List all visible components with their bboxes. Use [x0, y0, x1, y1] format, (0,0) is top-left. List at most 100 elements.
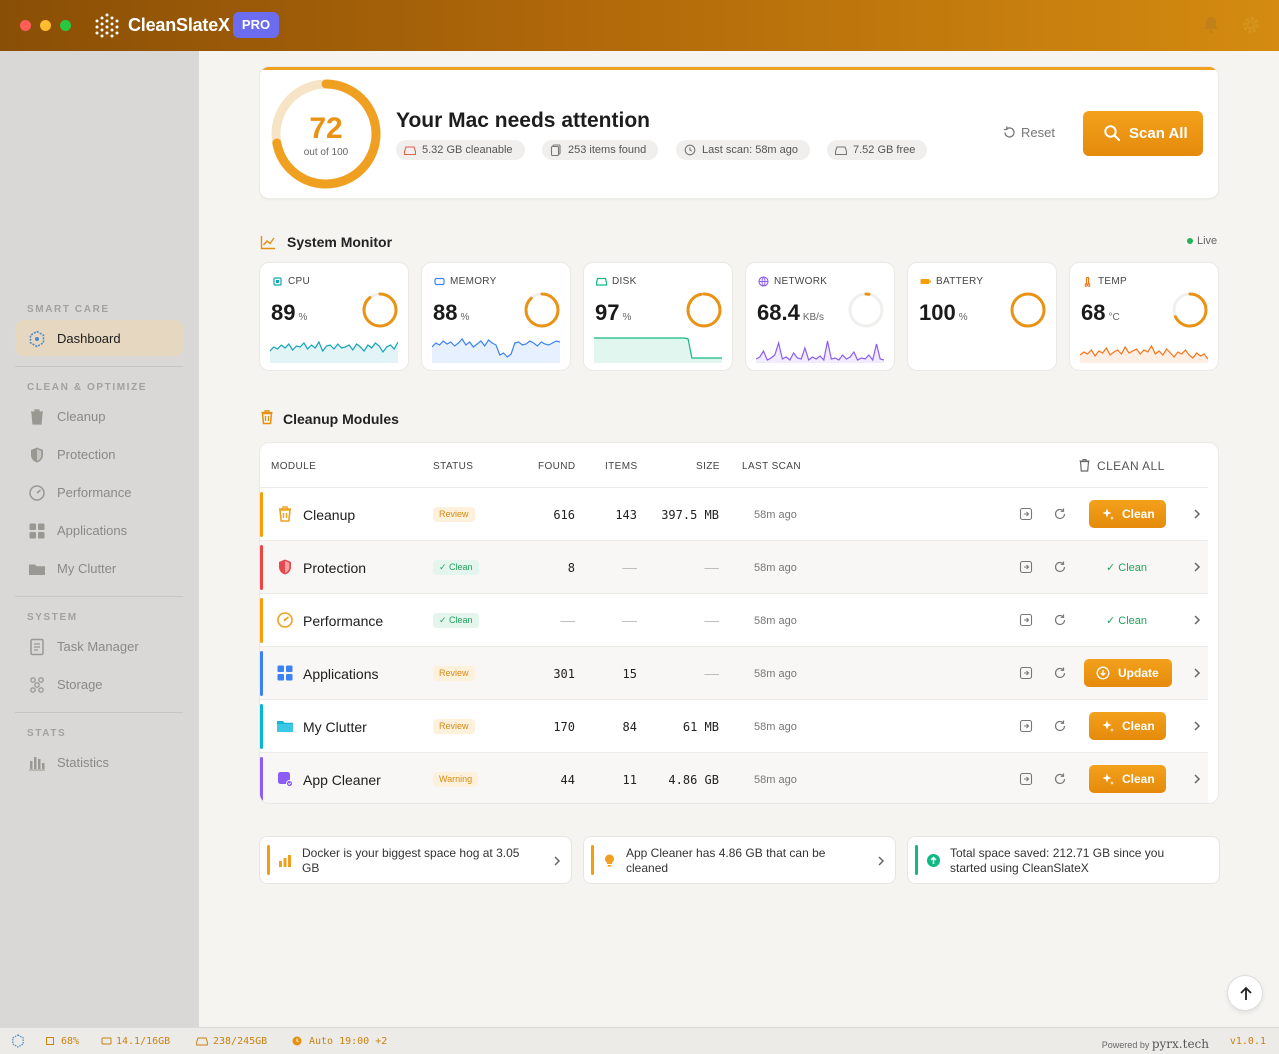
trash-icon: [279, 506, 291, 522]
zoom-window-button[interactable]: [60, 20, 71, 31]
folder-icon: [277, 721, 293, 732]
monitor-unit: %: [958, 312, 968, 323]
drive-icon: [835, 146, 847, 156]
status-auto-schedule: Auto 19:00 +2: [309, 1036, 388, 1047]
minimize-window-button[interactable]: [40, 20, 51, 31]
rescan-icon[interactable]: [1053, 507, 1067, 521]
sidebar-item-storage[interactable]: Storage: [15, 666, 183, 702]
chevron-right-icon[interactable]: [553, 855, 561, 867]
monitor-unit: %: [298, 312, 308, 323]
module-row-my-clutter[interactable]: My Clutter Review 170 84 61 MB 58m ago Clean: [260, 699, 1208, 752]
powered-by-brand[interactable]: pyrx.tech: [1152, 1037, 1209, 1051]
scan-all-label: Scan All: [1129, 125, 1188, 142]
rescan-icon[interactable]: [1053, 560, 1067, 574]
app-logo-icon: [95, 13, 119, 38]
col-header-size: SIZE: [696, 461, 720, 472]
app-version: v1.0.1: [1229, 1036, 1266, 1047]
sidebar-item-dashboard[interactable]: Dashboard: [15, 320, 183, 356]
settings-gear-icon[interactable]: [1240, 14, 1262, 36]
sidebar-item-protection[interactable]: Protection: [15, 436, 183, 472]
module-row-cleanup[interactable]: Cleanup Review 616 143 397.5 MB 58m ago Clean: [260, 487, 1208, 540]
open-module-icon[interactable]: [1019, 507, 1033, 521]
close-window-button[interactable]: [20, 20, 31, 31]
battery-level-ring: [1010, 292, 1046, 328]
col-header-items: ITEMS: [605, 461, 638, 472]
chevron-right-icon[interactable]: [1192, 773, 1202, 785]
rescan-icon[interactable]: [1053, 666, 1067, 680]
status-badge: ✓ Clean: [433, 560, 479, 575]
clean-button[interactable]: Clean: [1089, 712, 1166, 740]
clean-button[interactable]: Clean: [1089, 500, 1166, 528]
found-count: 170: [553, 720, 575, 734]
monitor-value-number: 88: [433, 300, 458, 325]
items-count: ——: [622, 614, 637, 628]
monitor-value: 89%: [271, 300, 307, 326]
rescan-icon[interactable]: [1053, 772, 1067, 786]
monitor-unit: KB/s: [802, 312, 824, 323]
health-score-caption: out of 100: [303, 147, 349, 158]
chevron-right-icon[interactable]: [1192, 561, 1202, 573]
monitor-value: 100%: [919, 300, 968, 326]
module-row-protection[interactable]: Protection ✓ Clean 8 —— —— 58m ago ✓ Clean: [260, 540, 1208, 593]
hero-title: Your Mac needs attention: [396, 109, 650, 132]
trash-icon[interactable]: [1078, 458, 1091, 472]
powered-by: Powered by pyrx.tech: [1102, 1037, 1209, 1051]
monitor-value-number: 89: [271, 300, 296, 325]
sidebar-item-my-clutter[interactable]: My Clutter: [15, 550, 183, 586]
chevron-right-icon[interactable]: [1192, 667, 1202, 679]
module-row-app-cleaner[interactable]: App Cleaner Warning 44 11 4.86 GB 58m ago Clea…: [260, 752, 1208, 803]
reset-button[interactable]: Reset: [1002, 124, 1062, 144]
chevron-right-icon[interactable]: [1192, 508, 1202, 520]
reset-label: Reset: [1021, 125, 1055, 140]
clean-all-button[interactable]: CLEAN ALL: [1097, 459, 1165, 473]
open-module-icon[interactable]: [1019, 719, 1033, 733]
module-row-performance[interactable]: Performance ✓ Clean —— —— —— 58m ago ✓ Clean: [260, 593, 1208, 646]
status-memory: 14.1/16GB: [116, 1036, 171, 1047]
module-name: Applications: [303, 666, 379, 682]
bar-chart-icon: [29, 757, 45, 771]
row-accent-bar: [260, 545, 263, 590]
monitor-card-temp: TEMP 68 °C: [1069, 262, 1219, 371]
items-count: 15: [622, 667, 637, 681]
monitor-value-number: 100: [919, 300, 956, 325]
open-module-icon[interactable]: [1019, 613, 1033, 627]
sidebar-item-cleanup[interactable]: Cleanup: [15, 398, 183, 434]
monitor-value: 68 °C: [1081, 300, 1120, 326]
clean-button[interactable]: Clean: [1089, 765, 1166, 793]
chip-label: 5.32 GB cleanable: [422, 144, 513, 156]
status-badge: ✓ Clean: [433, 613, 479, 628]
scroll-to-top-button[interactable]: [1227, 975, 1263, 1011]
cpu-icon: [273, 277, 282, 286]
insight-app-cleaner[interactable]: App Cleaner has 4.86 GB that can be clea…: [583, 836, 896, 884]
open-module-icon[interactable]: [1019, 772, 1033, 786]
pro-badge: PRO: [233, 12, 279, 38]
sidebar-item-task-manager[interactable]: Task Manager: [15, 628, 183, 664]
update-button[interactable]: Update: [1084, 659, 1172, 687]
open-module-icon[interactable]: [1019, 560, 1033, 574]
monitor-label: BATTERY: [936, 276, 984, 287]
open-module-icon[interactable]: [1019, 666, 1033, 680]
module-row-applications[interactable]: Applications Review 301 15 —— 58m ago Update: [260, 646, 1208, 699]
scan-all-button[interactable]: Scan All: [1083, 111, 1203, 156]
live-label: Live: [1197, 235, 1218, 247]
sidebar-item-applications[interactable]: Applications: [15, 512, 183, 548]
status-disk: 238/245GB: [213, 1036, 268, 1047]
sidebar-item-performance[interactable]: Performance: [15, 474, 183, 510]
row-accent-bar: [260, 757, 263, 802]
size-value: ——: [704, 667, 719, 681]
chevron-right-icon[interactable]: [877, 855, 885, 867]
notifications-bell-icon[interactable]: [1200, 14, 1222, 36]
chevron-right-icon[interactable]: [1192, 720, 1202, 732]
chevron-right-icon[interactable]: [1192, 614, 1202, 626]
free-space-chip: 7.52 GB free: [827, 140, 928, 160]
sidebar-item-statistics[interactable]: Statistics: [15, 744, 183, 780]
insight-biggest-space-hog[interactable]: Docker is your biggest space hog at 3.05…: [259, 836, 572, 884]
download-circle-icon: [1096, 666, 1110, 680]
temp-level-ring: [1172, 292, 1208, 328]
storage-icon: [30, 677, 44, 693]
memory-icon: [101, 1037, 112, 1045]
rescan-icon[interactable]: [1053, 719, 1067, 733]
row-accent-bar: [260, 598, 263, 643]
rescan-icon[interactable]: [1053, 613, 1067, 627]
shield-icon: [279, 559, 291, 575]
